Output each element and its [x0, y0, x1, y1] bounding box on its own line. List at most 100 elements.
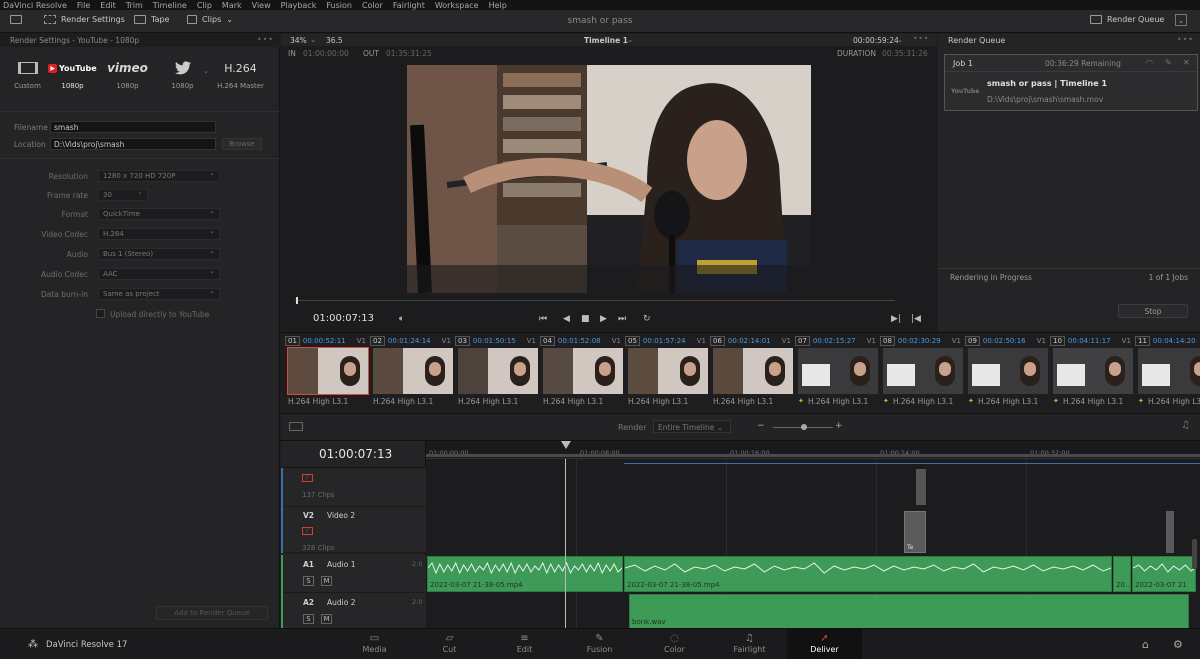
- format-select[interactable]: QuickTime: [98, 207, 220, 220]
- expand-button[interactable]: ⌄: [1175, 14, 1187, 26]
- zoom-slider-handle[interactable]: [801, 424, 807, 430]
- page-fusion[interactable]: ✎ Fusion: [562, 629, 637, 659]
- menu-playback[interactable]: Playback: [281, 1, 317, 10]
- clip-thumbnail-11[interactable]: 1100:04:14:20V1 ✦ H.264 High L3.1: [1135, 333, 1200, 411]
- menu-help[interactable]: Help: [489, 1, 507, 10]
- menu-fusion[interactable]: Fusion: [326, 1, 352, 10]
- zoom-in-icon[interactable]: +: [835, 421, 843, 431]
- chevron-down-icon[interactable]: ⌄: [203, 67, 209, 75]
- menu-color[interactable]: Color: [362, 1, 383, 10]
- loop-icon[interactable]: ↻: [643, 314, 651, 324]
- timeline-playhead[interactable]: [565, 459, 566, 629]
- track-disabled-icon[interactable]: ⁄: [302, 527, 313, 535]
- menu-davinci[interactable]: DaVinci Resolve: [3, 1, 67, 10]
- page-edit[interactable]: ≡ Edit: [487, 629, 562, 659]
- menu-timeline[interactable]: Timeline: [153, 1, 187, 10]
- track-disabled-icon[interactable]: ⁄: [302, 474, 313, 482]
- scrub-playhead[interactable]: [296, 297, 298, 304]
- preset-h264[interactable]: H.264 H.264 Master: [213, 58, 268, 91]
- solo-button[interactable]: S: [303, 614, 314, 624]
- go-to-start-icon[interactable]: ⏮︎: [539, 314, 547, 324]
- play-icon[interactable]: ▶: [600, 314, 607, 324]
- filename-input[interactable]: smash: [50, 121, 216, 133]
- video-codec-select[interactable]: H.264: [98, 227, 220, 240]
- page-media[interactable]: ▭ Media: [337, 629, 412, 659]
- viewer-scrub-bar[interactable]: [295, 300, 895, 301]
- chevron-down-icon[interactable]: ⌄: [627, 35, 633, 44]
- clip-thumbnail-09[interactable]: 09 00:02:50:16 V1 ✦ H.264 High L3.1: [965, 333, 1050, 411]
- audio-clip[interactable]: 2022-03-07 21-38-05.mp4: [624, 556, 1112, 592]
- vertical-scrollbar[interactable]: [1192, 539, 1197, 569]
- chevron-down-icon[interactable]: ⌄: [897, 35, 903, 44]
- timeline-tracks-area[interactable]: Te 2022-03-07 21-38-05.mp4 2022-03-07 21…: [426, 459, 1200, 629]
- audio-clip[interactable]: 20...: [1113, 556, 1131, 592]
- go-to-end-icon[interactable]: ⏭︎: [618, 314, 626, 324]
- preset-vimeo[interactable]: vimeo 1080p: [100, 58, 155, 90]
- more-options-icon[interactable]: •••: [1177, 35, 1194, 44]
- menu-workspace[interactable]: Workspace: [435, 1, 479, 10]
- page-cut[interactable]: ▱ Cut: [412, 629, 487, 659]
- audio-clip[interactable]: 2022-03-07 21: [1132, 556, 1196, 592]
- upload-youtube-checkbox[interactable]: [96, 309, 105, 318]
- clip-thumbnail-01[interactable]: 01 00:00:52:11 V1 H.264 High L3.1: [285, 333, 370, 411]
- menu-view[interactable]: View: [252, 1, 271, 10]
- clip-thumbnail-08[interactable]: 08 00:02:30:29 V1 ✦ H.264 High L3.1: [880, 333, 965, 411]
- video-clip[interactable]: Te: [904, 511, 926, 553]
- timeline-ruler[interactable]: 01:00:00:00 01:00:08:00 01:00:16:00 01:0…: [426, 441, 1200, 459]
- clip-thumbnail-07[interactable]: 07 00:02:15:27 V1 ✦ H.264 High L3.1: [795, 333, 880, 411]
- previous-clip-icon[interactable]: |◀: [911, 314, 921, 324]
- close-icon[interactable]: ✕: [1183, 58, 1190, 67]
- audio-select[interactable]: Bus 1 (Stereo): [98, 247, 220, 260]
- timeline-view-icon[interactable]: [289, 422, 303, 431]
- page-fairlight[interactable]: ♫ Fairlight: [712, 629, 787, 659]
- menu-fairlight[interactable]: Fairlight: [393, 1, 425, 10]
- home-icon[interactable]: ⌂: [1142, 638, 1149, 651]
- preset-twitter[interactable]: 1080p: [155, 58, 210, 90]
- menu-mark[interactable]: Mark: [222, 1, 242, 10]
- volume-icon[interactable]: 🔈︎: [399, 314, 404, 324]
- clip-thumbnail-02[interactable]: 02 00:01:24:14 V1 H.264 High L3.1: [370, 333, 455, 411]
- next-clip-icon[interactable]: ▶|: [891, 314, 901, 324]
- zoom-level[interactable]: 34%: [290, 36, 307, 45]
- audio-codec-select[interactable]: AAC: [98, 267, 220, 280]
- browse-button[interactable]: Browse: [222, 138, 262, 150]
- mute-button[interactable]: M: [321, 614, 332, 624]
- video-clip[interactable]: [1166, 511, 1174, 553]
- more-options-icon[interactable]: •••: [913, 34, 929, 43]
- clip-thumbnail-10[interactable]: 10 00:04:11:17 V1 ✦ H.264 High L3.1: [1050, 333, 1135, 411]
- track-name[interactable]: Audio 1: [327, 560, 355, 569]
- stop-icon[interactable]: ■: [581, 314, 590, 324]
- step-back-icon[interactable]: ◀: [563, 314, 570, 324]
- add-to-render-queue-button[interactable]: Add to Render Queue: [156, 606, 268, 620]
- clip-thumbnail-03[interactable]: 03 00:01:50:15 V1 H.264 High L3.1: [455, 333, 540, 411]
- stop-render-button[interactable]: Stop: [1118, 304, 1188, 318]
- data-burn-in-select[interactable]: Same as project: [98, 287, 220, 300]
- track-name[interactable]: Audio 2: [327, 598, 355, 607]
- page-color[interactable]: ◌ Color: [637, 629, 712, 659]
- menu-trim[interactable]: Trim: [126, 1, 143, 10]
- solo-button[interactable]: S: [303, 576, 314, 586]
- clip-thumbnail-06[interactable]: 06 00:02:14:01 V1 H.264 High L3.1: [710, 333, 795, 411]
- menu-file[interactable]: File: [77, 1, 90, 10]
- menu-clip[interactable]: Clip: [197, 1, 212, 10]
- audio-clip[interactable]: 2022-03-07 21-38-05.mp4: [427, 556, 623, 592]
- chevron-down-icon[interactable]: ⌄: [310, 35, 316, 44]
- more-options-icon[interactable]: •••: [257, 35, 274, 44]
- location-input[interactable]: D:\Vids\proj\smash: [50, 138, 216, 150]
- settings-gear-icon[interactable]: ⚙: [1173, 638, 1183, 651]
- video-clip[interactable]: [916, 469, 926, 505]
- zoom-out-icon[interactable]: −: [757, 421, 765, 431]
- audio-meter-icon[interactable]: ♫: [1181, 420, 1190, 431]
- page-deliver[interactable]: ➚ Deliver: [787, 629, 862, 659]
- render-job-card[interactable]: Job 1 00:36:29 Remaining ◠ ✎ ✕ YouTube s…: [944, 54, 1198, 111]
- edit-icon[interactable]: ✎: [1165, 58, 1172, 67]
- timeline-name[interactable]: Timeline 1: [584, 36, 628, 45]
- render-range-select[interactable]: Entire Timeline ⌄: [653, 420, 731, 433]
- audio-clip[interactable]: bonk.wav: [629, 594, 1189, 629]
- track-name[interactable]: Video 2: [327, 511, 355, 520]
- clip-thumbnail-05[interactable]: 05 00:01:57:24 V1 H.264 High L3.1: [625, 333, 710, 411]
- menu-edit[interactable]: Edit: [100, 1, 116, 10]
- mute-button[interactable]: M: [321, 576, 332, 586]
- resolution-select[interactable]: 1280 x 720 HD 720P: [98, 169, 220, 182]
- preset-youtube[interactable]: ▶ YouTube 1080p: [45, 58, 100, 90]
